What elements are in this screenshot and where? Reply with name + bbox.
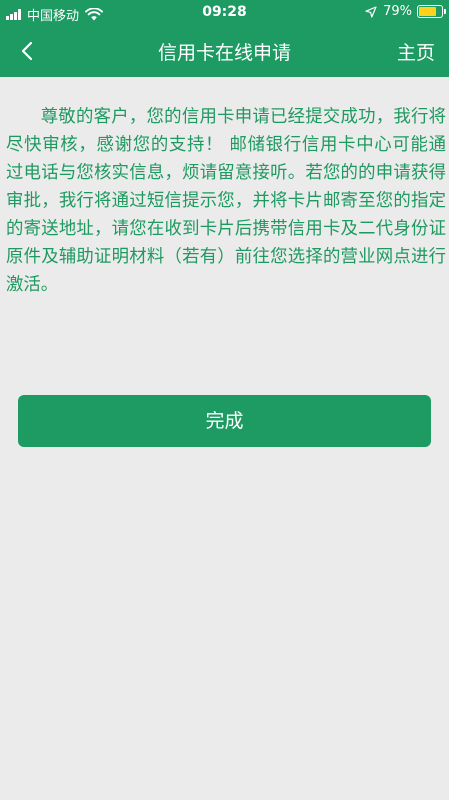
battery-icon — [417, 5, 446, 18]
status-bar: 中国移动 09:28 79% — [0, 0, 449, 26]
success-message: 尊敬的客户，您的信用卡申请已经提交成功，我行将尽快审核，感谢您的支持！ 邮储银行… — [6, 107, 446, 295]
status-right: 79% — [365, 4, 446, 19]
page-title: 信用卡在线申请 — [157, 42, 291, 64]
nav-bar: 信用卡在线申请 主页 — [0, 26, 449, 77]
battery-percentage: 79% — [383, 4, 412, 19]
location-arrow-icon — [365, 5, 377, 18]
header: 中国移动 09:28 79% 信用卡在线申请 主页 — [0, 0, 449, 77]
done-button[interactable]: 完成 — [18, 395, 431, 447]
screen: 中国移动 09:28 79% 信用卡在线申请 主页 尊敬的客户，您的信用卡申请已… — [0, 0, 449, 800]
home-button[interactable]: 主页 — [397, 38, 435, 65]
